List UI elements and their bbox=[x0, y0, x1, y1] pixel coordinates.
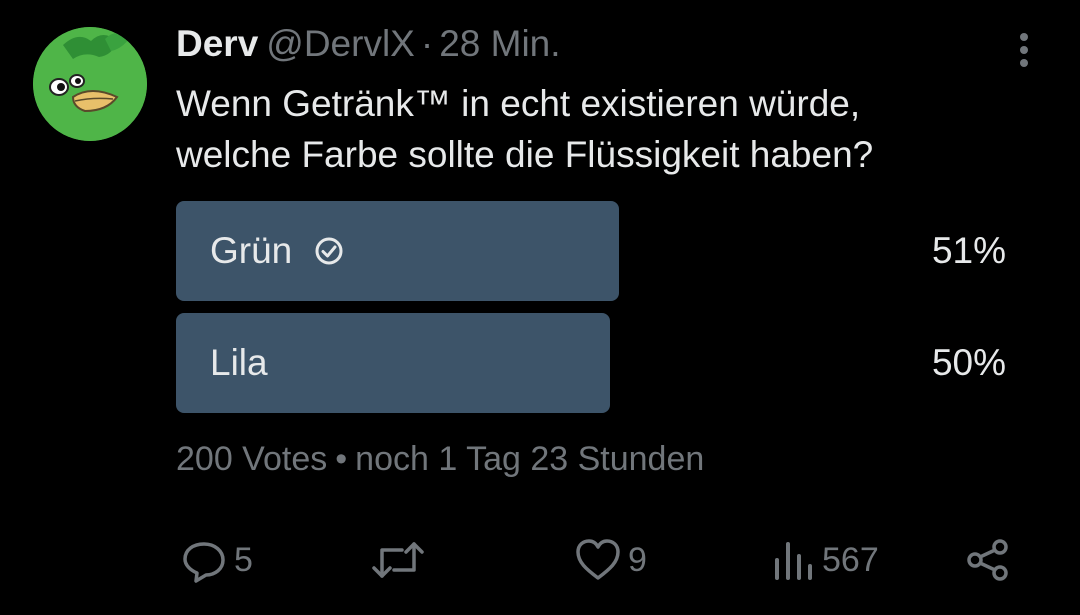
author-handle[interactable]: @DervlX bbox=[266, 23, 415, 64]
poll-time-remaining: noch 1 Tag 23 Stunden bbox=[355, 440, 705, 478]
like-button[interactable]: 9 bbox=[574, 535, 647, 585]
reply-button[interactable]: 5 bbox=[180, 535, 253, 585]
poll-option-percent: 50% bbox=[931, 342, 1006, 383]
check-circle-icon bbox=[314, 236, 344, 266]
poll-meta: 200 Votes • noch 1 Tag 23 Stunden bbox=[176, 440, 704, 479]
reply-icon bbox=[180, 536, 228, 584]
avatar[interactable] bbox=[33, 27, 147, 141]
tweet-text-line: welche Farbe sollte die Flüssigkeit habe… bbox=[176, 134, 874, 175]
poll-option-lila[interactable]: Lila 50% bbox=[176, 313, 1011, 413]
poll-option-label-wrap: Grün bbox=[210, 201, 344, 301]
poll-option-label: Grün bbox=[210, 230, 293, 271]
more-dot-icon bbox=[1020, 59, 1028, 67]
poll-meta-dot: • bbox=[335, 440, 348, 478]
poll-option-label: Lila bbox=[210, 342, 268, 383]
poll-vote-count: 200 Votes bbox=[176, 440, 328, 478]
share-icon bbox=[964, 536, 1012, 584]
bird-avatar-icon bbox=[33, 27, 147, 141]
more-options-button[interactable] bbox=[1010, 30, 1038, 70]
tweet-header: Derv @DervlX · 28 Min. bbox=[176, 22, 561, 66]
views-chart-icon bbox=[772, 536, 816, 584]
retweet-icon bbox=[370, 536, 426, 584]
tweet-timestamp[interactable]: 28 Min. bbox=[439, 23, 560, 64]
share-button[interactable] bbox=[964, 535, 1012, 585]
reply-count: 5 bbox=[234, 540, 253, 579]
like-count: 9 bbox=[628, 540, 647, 579]
author-name[interactable]: Derv bbox=[176, 23, 258, 64]
poll-option-percent: 51% bbox=[931, 230, 1006, 271]
retweet-button[interactable] bbox=[370, 535, 426, 585]
tweet-text-line: Wenn Getränk™ in echt existieren würde, bbox=[176, 83, 861, 124]
more-dot-icon bbox=[1020, 33, 1028, 41]
poll-option-label-wrap: Lila bbox=[210, 313, 268, 413]
header-separator: · bbox=[420, 23, 434, 64]
views-button[interactable]: 567 bbox=[772, 535, 879, 585]
views-count: 567 bbox=[822, 540, 879, 579]
poll-option-gruen[interactable]: Grün 51% bbox=[176, 201, 1011, 301]
tweet-text: Wenn Getränk™ in echt existieren würde, … bbox=[176, 78, 1026, 180]
more-dot-icon bbox=[1020, 46, 1028, 54]
heart-icon bbox=[574, 536, 622, 584]
